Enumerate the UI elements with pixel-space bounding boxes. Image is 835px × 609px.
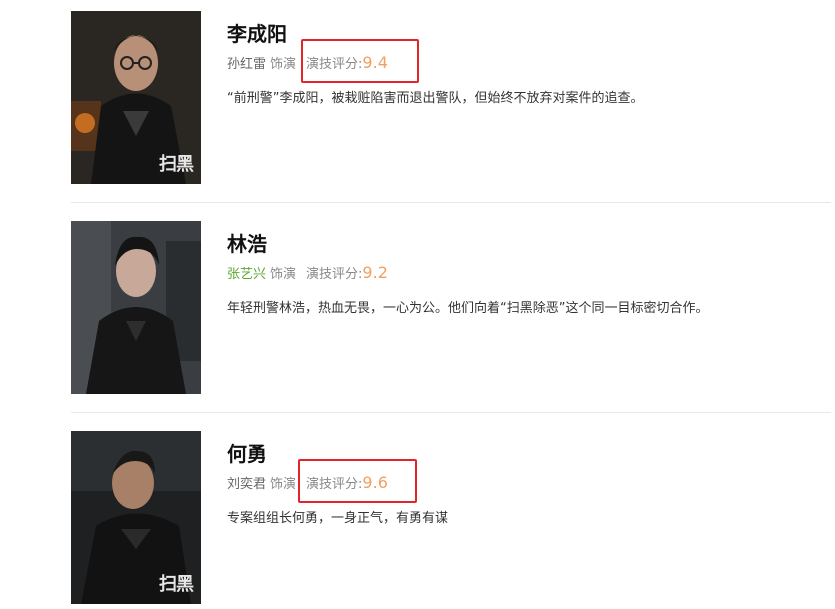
character-name[interactable]: 李成阳 xyxy=(227,21,827,47)
character-card-lin-hao: 林浩 张艺兴 饰演 演技评分:9.2 年轻刑警林浩，热血无畏，一心为公。他们向着“扫… xyxy=(71,221,831,413)
actor-name[interactable]: 孙红雷 xyxy=(227,57,266,72)
score-value: 9.4 xyxy=(362,53,388,72)
poster-logo: 扫黑 xyxy=(159,154,194,175)
acting-score: 演技评分:9.4 xyxy=(306,53,388,72)
acting-score: 演技评分:9.6 xyxy=(306,473,388,492)
acting-score: 演技评分:9.2 xyxy=(306,263,388,282)
score-label: 演技评分: xyxy=(306,267,363,282)
character-name[interactable]: 何勇 xyxy=(227,441,827,467)
actor-name-link[interactable]: 张艺兴 xyxy=(227,267,266,282)
score-value: 9.6 xyxy=(362,473,388,492)
actor-name[interactable]: 刘奕君 xyxy=(227,477,266,492)
character-info: 林浩 张艺兴 饰演 演技评分:9.2 年轻刑警林浩，热血无畏，一心为公。他们向着“扫… xyxy=(227,231,827,319)
character-meta: 孙红雷 饰演 演技评分:9.4 xyxy=(227,53,827,73)
divider xyxy=(71,412,831,413)
role-word: 饰演 xyxy=(270,57,297,72)
role-word: 饰演 xyxy=(270,477,297,492)
character-meta: 张艺兴 饰演 演技评分:9.2 xyxy=(227,263,827,283)
character-poster[interactable] xyxy=(71,221,201,394)
score-label: 演技评分: xyxy=(306,57,363,72)
character-name[interactable]: 林浩 xyxy=(227,231,827,257)
divider xyxy=(71,202,831,203)
character-info: 何勇 刘奕君 饰演 演技评分:9.6 专案组组长何勇，一身正气，有勇有谋 xyxy=(227,441,827,529)
character-description: 专案组组长何勇，一身正气，有勇有谋 xyxy=(227,511,449,526)
score-label: 演技评分: xyxy=(306,477,363,492)
character-description: 年轻刑警林浩，热血无畏，一心为公。他们向着“扫黑除恶”这个同一目标密切合作。 xyxy=(227,301,709,316)
role-word: 饰演 xyxy=(270,267,297,282)
poster-image xyxy=(71,221,201,394)
score-value: 9.2 xyxy=(362,263,388,282)
poster-logo: 扫黑 xyxy=(159,574,194,595)
character-info: 李成阳 孙红雷 饰演 演技评分:9.4 “前刑警”李成阳，被栽赃陷害而退出警队，但始… xyxy=(227,21,827,109)
character-poster[interactable]: 扫黑 xyxy=(71,431,201,604)
character-poster[interactable]: 扫黑 xyxy=(71,11,201,184)
character-description: “前刑警”李成阳，被栽赃陷害而退出警队，但始终不放弃对案件的追查。 xyxy=(227,91,644,106)
character-card-li-chengyang: 扫黑 李成阳 孙红雷 饰演 演技评分:9.4 “前刑警”李成阳，被栽赃陷害而退出警队… xyxy=(71,11,831,203)
character-card-he-yong: 扫黑 何勇 刘奕君 饰演 演技评分:9.6 专案组组长何勇，一身正气，有勇有谋 xyxy=(71,431,831,604)
character-meta: 刘奕君 饰演 演技评分:9.6 xyxy=(227,473,827,493)
